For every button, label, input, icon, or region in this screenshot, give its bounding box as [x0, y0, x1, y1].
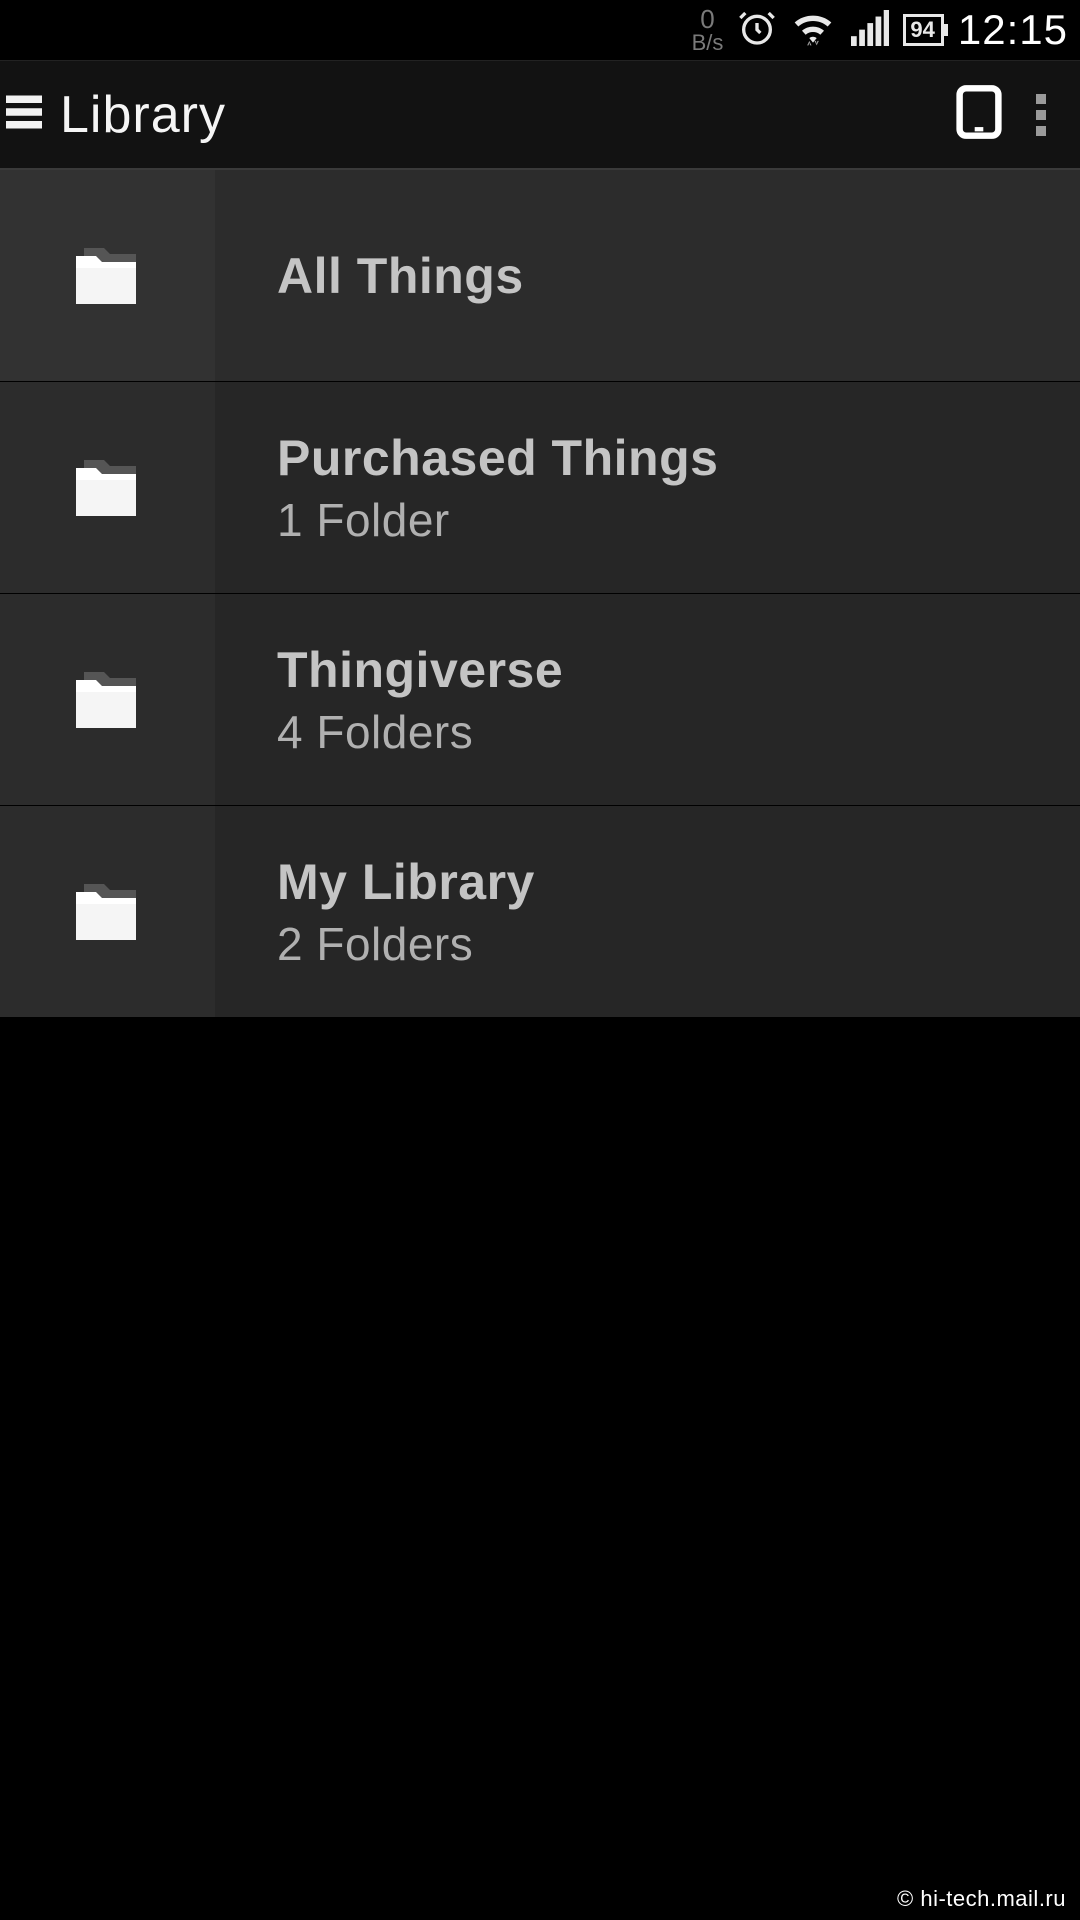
- watermark: © hi-tech.mail.ru: [897, 1886, 1066, 1912]
- list-item[interactable]: Purchased Things 1 Folder: [0, 382, 1080, 594]
- folder-icon: [0, 170, 215, 381]
- library-list: All Things Purchased Things 1 Folder Thi…: [0, 170, 1080, 1018]
- battery-level: 94: [910, 17, 934, 43]
- item-title: My Library: [277, 853, 535, 911]
- page-title: Library: [60, 85, 226, 145]
- item-title: Thingiverse: [277, 641, 563, 699]
- status-bar: 0 B/s 94 12:15: [0, 0, 1080, 60]
- menu-icon[interactable]: [6, 95, 42, 134]
- item-subtitle: 4 Folders: [277, 705, 563, 759]
- item-title: Purchased Things: [277, 429, 718, 487]
- network-speed-unit: B/s: [692, 32, 724, 54]
- signal-icon: [849, 10, 889, 51]
- folder-icon: [0, 594, 215, 805]
- overflow-menu-icon[interactable]: [1024, 82, 1058, 148]
- list-item[interactable]: Thingiverse 4 Folders: [0, 594, 1080, 806]
- tablet-icon[interactable]: [952, 84, 1006, 145]
- list-item[interactable]: All Things: [0, 170, 1080, 382]
- network-speed: 0 B/s: [692, 6, 724, 54]
- folder-icon: [0, 382, 215, 593]
- item-subtitle: 1 Folder: [277, 493, 718, 547]
- list-item[interactable]: My Library 2 Folders: [0, 806, 1080, 1018]
- network-speed-value: 0: [692, 6, 724, 32]
- alarm-icon: [737, 8, 777, 53]
- battery-icon: 94: [903, 14, 943, 46]
- item-subtitle: 2 Folders: [277, 917, 535, 971]
- wifi-icon: [791, 8, 835, 53]
- app-header: Library: [0, 60, 1080, 170]
- folder-icon: [0, 806, 215, 1017]
- item-title: All Things: [277, 247, 524, 305]
- status-clock: 12:15: [958, 6, 1068, 54]
